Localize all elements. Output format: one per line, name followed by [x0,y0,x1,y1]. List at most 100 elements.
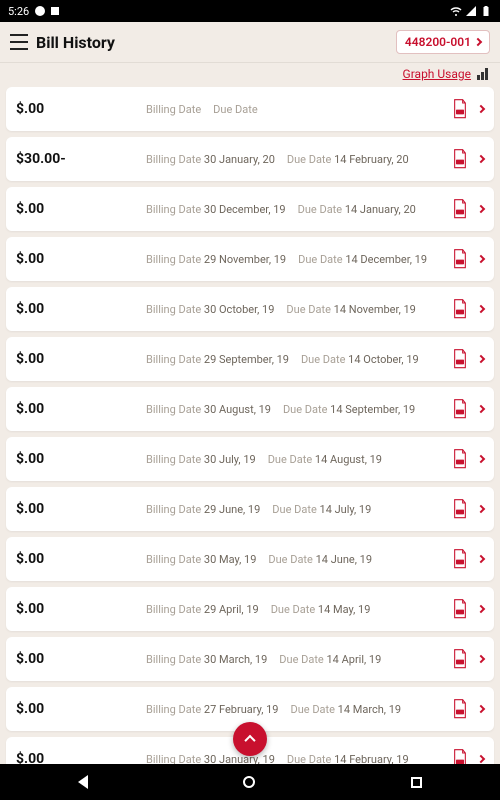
pdf-icon[interactable] [452,449,468,469]
status-time: 5:26 [8,5,29,18]
billing-date-value: 30 January, 20 [201,153,275,166]
bill-amount: $.00 [16,351,146,367]
bill-row[interactable]: $.00Billing DateDue Date [6,87,494,131]
scroll-top-fab[interactable] [233,722,267,756]
billing-date-value: 30 August, 19 [201,403,271,416]
due-date-value: 14 March, 19 [335,703,401,716]
due-date-label: Due Date [287,153,331,166]
billing-date-label: Billing Date [146,703,201,716]
pdf-icon[interactable] [452,699,468,719]
bill-list[interactable]: $.00Billing DateDue Date$30.00-Billing D… [0,87,500,800]
bill-row[interactable]: $.00Billing Date 29 September, 19Due Dat… [6,337,494,381]
bill-amount: $.00 [16,401,146,417]
due-date-label: Due Date [290,703,334,716]
pdf-icon[interactable] [452,399,468,419]
due-date-value: 14 September, 19 [327,403,415,416]
due-date-label: Due Date [298,203,342,216]
chevron-right-icon [477,105,485,113]
menu-icon[interactable] [10,34,28,50]
bill-row[interactable]: $30.00-Billing Date 30 January, 20Due Da… [6,137,494,181]
bill-dates: Billing DateDue Date [146,103,452,116]
pdf-icon[interactable] [452,99,468,119]
pdf-icon[interactable] [452,499,468,519]
bill-dates: Billing Date 30 May, 19Due Date 14 June,… [146,553,452,566]
billing-date-label: Billing Date [146,653,201,666]
nav-back-icon[interactable] [78,775,88,789]
bill-amount: $.00 [16,501,146,517]
bill-amount: $.00 [16,451,146,467]
bill-row[interactable]: $.00Billing Date 30 July, 19Due Date 14 … [6,437,494,481]
chevron-right-icon [477,205,485,213]
billing-date-value: 29 September, 19 [201,353,289,366]
chevron-right-icon [477,405,485,413]
chevron-right-icon [477,505,485,513]
billing-date-label: Billing Date [146,603,201,616]
app-header: Bill History 448200-001 [0,22,500,63]
chevron-right-icon [477,755,485,763]
pdf-icon[interactable] [452,649,468,669]
due-date-value: 14 November, 19 [331,303,416,316]
due-date-value: 14 April, 19 [324,653,382,666]
billing-date-label: Billing Date [146,303,201,316]
chevron-right-icon [477,455,485,463]
due-date-value: 14 August, 19 [312,453,382,466]
chevron-right-icon [477,305,485,313]
bill-amount: $.00 [16,701,146,717]
nav-home-icon[interactable] [243,776,255,788]
due-date-label: Due Date [271,603,315,616]
bill-row[interactable]: $.00Billing Date 30 March, 19Due Date 14… [6,637,494,681]
nav-recent-icon[interactable] [411,777,422,788]
chevron-right-icon [477,705,485,713]
account-number: 448200-001 [405,35,471,49]
bill-amount: $.00 [16,601,146,617]
bill-row[interactable]: $.00Billing Date 29 November, 19Due Date… [6,237,494,281]
bill-row[interactable]: $.00Billing Date 29 June, 19 Due Date 14 … [6,487,494,531]
pdf-icon[interactable] [452,599,468,619]
bill-dates: Billing Date 29 September, 19Due Date 14… [146,353,452,366]
chevron-right-icon [477,555,485,563]
due-date-label: Due Date [286,303,330,316]
due-date-value: 14 January, 20 [342,203,416,216]
wifi-icon [450,5,462,17]
billing-date-label: Billing Date [146,203,201,216]
due-date-value: 14 December, 19 [343,253,427,266]
billing-date-value: 29 April, 19 [201,603,259,616]
account-selector[interactable]: 448200-001 [396,30,490,54]
due-date-label: Due Date [298,253,342,266]
chevron-right-icon [477,155,485,163]
billing-date-value: 29 June, 19 [201,503,260,516]
billing-date-value: 29 November, 19 [201,253,286,266]
bill-row[interactable]: $.00Billing Date 30 May, 19Due Date 14 J… [6,537,494,581]
pdf-icon[interactable] [452,549,468,569]
bill-dates: Billing Date 29 April, 19Due Date 14 May… [146,603,452,616]
due-date-value: 14 October, 19 [345,353,418,366]
bill-row[interactable]: $.00Billing Date 30 October, 19 Due Date … [6,287,494,331]
due-date-label: Due Date [268,553,312,566]
billing-date-label: Billing Date [146,503,201,516]
due-date-value: 14 July, 19 [317,503,372,516]
billing-date-label: Billing Date [146,453,201,466]
bill-amount: $.00 [16,301,146,317]
bill-dates: Billing Date 30 October, 19 Due Date 14 N… [146,303,452,316]
billing-date-label: Billing Date [146,103,201,116]
bill-amount: $.00 [16,101,146,117]
due-date-label: Due Date [301,353,345,366]
pdf-icon[interactable] [452,149,468,169]
pdf-icon[interactable] [452,299,468,319]
billing-date-value: 30 July, 19 [201,453,256,466]
pdf-icon[interactable] [452,249,468,269]
bill-row[interactable]: $.00Billing Date 29 April, 19Due Date 14… [6,587,494,631]
billing-date-value: 30 May, 19 [201,553,256,566]
bill-amount: $30.00- [16,151,146,167]
due-date-label: Due Date [283,403,327,416]
bill-row[interactable]: $.00Billing Date 30 August, 19Due Date 1… [6,387,494,431]
android-status-bar: 5:26 [0,0,500,22]
billing-date-value: 30 October, 19 [201,303,274,316]
due-date-label: Due Date [272,503,316,516]
bill-row[interactable]: $.00Billing Date 30 December, 19Due Date… [6,187,494,231]
billing-date-value: 27 February, 19 [201,703,278,716]
pdf-icon[interactable] [452,349,468,369]
graph-usage-link[interactable]: Graph Usage [403,67,471,81]
pdf-icon[interactable] [452,199,468,219]
bill-dates: Billing Date 30 December, 19Due Date 14 … [146,203,452,216]
